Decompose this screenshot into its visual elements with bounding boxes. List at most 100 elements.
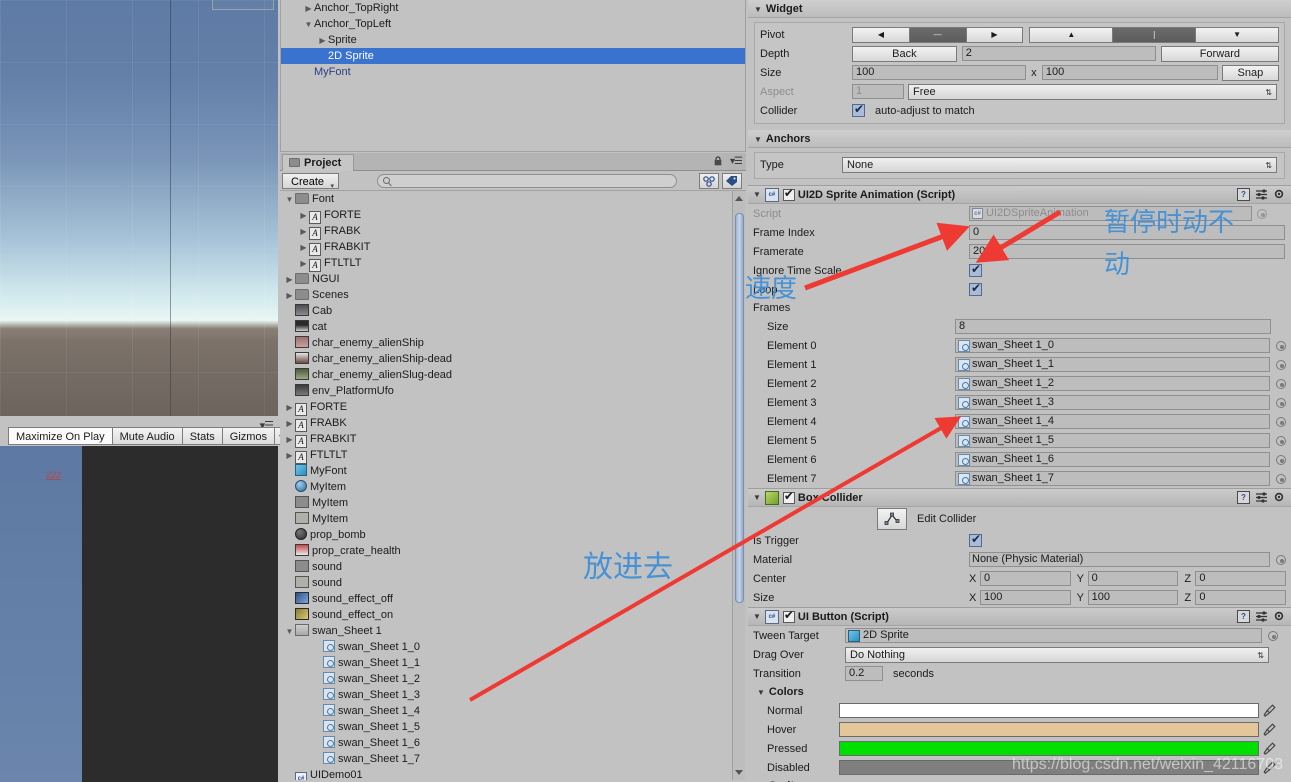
tab-project[interactable]: Project [282, 154, 355, 171]
project-item[interactable]: ▶ NGUI [280, 271, 746, 287]
transition-field[interactable]: 0.2 [845, 666, 883, 681]
frames-element-object-field[interactable]: swan_Sheet 1_0 [955, 338, 1270, 353]
filter-by-label-icon[interactable] [722, 172, 742, 189]
is-trigger-checkbox[interactable] [969, 532, 982, 547]
project-item[interactable]: ▶ A FRABKIT [280, 239, 746, 256]
project-item[interactable]: char_enemy_alienSlug-dead [280, 367, 746, 383]
frames-element-object-field[interactable]: swan_Sheet 1_5 [955, 433, 1270, 448]
project-asset-list[interactable]: ▼ Font ▶ A FORTE ▶ A FRABK ▶ A FRABKIT ▶ A FTLTLT ▶ NGU… [280, 191, 746, 780]
project-item[interactable]: Cab [280, 303, 746, 319]
frames-element-object-field[interactable]: swan_Sheet 1_2 [955, 376, 1270, 391]
project-item[interactable]: prop_crate_health [280, 543, 746, 559]
project-panel[interactable]: Project ▾☰ Create ▾ ▼ Font ▶ A FORTE ▶ A… [280, 153, 746, 782]
game-view[interactable] [0, 446, 278, 782]
pivot-middle-button[interactable]: ❘ [1113, 26, 1197, 43]
help-icon[interactable]: ? [1237, 491, 1250, 504]
box-collider-component-header[interactable]: ▼ Box Collider ? [748, 488, 1291, 507]
lock-icon[interactable] [714, 156, 722, 166]
project-item[interactable]: prop_bomb [280, 527, 746, 543]
project-item[interactable]: env_PlatformUfo [280, 383, 746, 399]
color-swatch-disabled[interactable] [839, 760, 1259, 775]
sprites-foldout-header[interactable]: ▼Sprites [748, 777, 1291, 782]
preset-icon[interactable] [1255, 610, 1268, 623]
mute-audio-button[interactable]: Mute Audio [112, 427, 183, 445]
scene-view[interactable] [0, 0, 278, 416]
project-item[interactable]: swan_Sheet 1_7 [280, 751, 746, 767]
disclosure-triangle-icon[interactable]: ▶ [284, 288, 295, 304]
disclosure-triangle-icon[interactable]: ▶ [303, 1, 314, 17]
hierarchy-item-myfont[interactable]: MyFont [281, 64, 745, 80]
preset-icon[interactable] [1255, 491, 1268, 504]
project-menu-icon[interactable]: ▾☰ [730, 156, 743, 167]
component-enabled-checkbox[interactable] [782, 186, 795, 201]
anchors-foldout-header[interactable]: ▼ Anchors [748, 130, 1291, 148]
project-item[interactable]: ▶ A FORTE [280, 207, 746, 224]
project-search-field[interactable] [377, 173, 678, 190]
project-item[interactable]: MyItem [280, 495, 746, 511]
anchor-type-dropdown[interactable]: None ⇅ [842, 156, 1277, 173]
project-item[interactable]: MyItem [280, 511, 746, 527]
ignore-time-scale-checkbox[interactable] [969, 262, 982, 277]
eyedropper-icon[interactable] [1263, 741, 1276, 756]
maximize-on-play-button[interactable]: Maximize On Play [8, 427, 113, 445]
framerate-field[interactable]: 20 [969, 244, 1285, 259]
hierarchy-item-anchor-topleft[interactable]: ▼ Anchor_TopLeft [281, 16, 745, 32]
snap-button[interactable]: Snap [1221, 64, 1280, 81]
tween-target-picker-icon[interactable] [1268, 630, 1278, 641]
project-item[interactable]: ▶ A FORTE [280, 399, 746, 416]
depth-value-field[interactable]: 2 [961, 46, 1156, 61]
disclosure-triangle-icon[interactable]: ▶ [284, 400, 295, 416]
depth-forward-button[interactable]: Forward [1160, 45, 1279, 62]
disclosure-triangle-icon[interactable]: ▶ [284, 416, 295, 432]
project-item[interactable]: ▶ A FRABK [280, 223, 746, 240]
frames-element-object-field[interactable]: swan_Sheet 1_3 [955, 395, 1270, 410]
search-input[interactable] [396, 175, 667, 190]
color-swatch-pressed[interactable] [839, 741, 1259, 756]
project-item[interactable]: ▼ swan_Sheet 1 [280, 623, 746, 639]
project-item[interactable]: c# UIDemo01 [280, 767, 746, 780]
stats-button[interactable]: Stats [182, 427, 223, 445]
project-item[interactable]: ▶ A FTLTLT [280, 255, 746, 272]
disclosure-triangle-icon[interactable]: ▶ [298, 224, 309, 240]
frames-element-object-field[interactable]: swan_Sheet 1_7 [955, 471, 1270, 486]
tween-target-object-field[interactable]: 2D Sprite [845, 628, 1262, 643]
gear-icon[interactable] [1273, 610, 1286, 623]
project-item[interactable]: sound [280, 575, 746, 591]
frames-element-picker-icon[interactable] [1276, 378, 1286, 389]
project-item[interactable]: ▶ A FRABK [280, 415, 746, 432]
project-item[interactable]: swan_Sheet 1_5 [280, 719, 746, 735]
center-x-field[interactable]: 0 [980, 571, 1071, 586]
pivot-bottom-button[interactable]: ▼ [1196, 26, 1280, 43]
frames-element-picker-icon[interactable] [1276, 435, 1286, 446]
pivot-top-button[interactable]: ▲ [1029, 26, 1114, 43]
pivot-vertical-segmented[interactable]: ▲ ❘ ▼ [1029, 26, 1280, 43]
drag-over-dropdown[interactable]: Do Nothing ⇅ [845, 646, 1269, 663]
colors-foldout-header[interactable]: ▼ Colors [748, 683, 1291, 701]
size-width-field[interactable]: 100 [852, 65, 1026, 80]
frames-element-object-field[interactable]: swan_Sheet 1_6 [955, 452, 1270, 467]
gear-icon[interactable] [1273, 188, 1286, 201]
disclosure-triangle-icon[interactable]: ▶ [284, 432, 295, 448]
project-item[interactable]: ▶ A FRABKIT [280, 431, 746, 448]
scrollbar-thumb[interactable] [735, 213, 744, 603]
gear-icon[interactable] [1273, 491, 1286, 504]
project-item[interactable]: sound_effect_on [280, 607, 746, 623]
frames-element-object-field[interactable]: swan_Sheet 1_1 [955, 357, 1270, 372]
widget-foldout-header[interactable]: ▼ Widget [748, 0, 1291, 18]
pivot-right-button[interactable]: ▶ [966, 26, 1024, 43]
project-item[interactable]: swan_Sheet 1_0 [280, 639, 746, 655]
frames-element-picker-icon[interactable] [1276, 397, 1286, 408]
collider-size-x-field[interactable]: 100 [980, 590, 1071, 605]
scroll-down-icon[interactable] [735, 770, 743, 775]
disclosure-triangle-icon[interactable]: ▶ [298, 208, 309, 224]
frames-element-picker-icon[interactable] [1276, 473, 1286, 484]
hierarchy-panel[interactable]: ▶ Anchor_TopRight ▼ Anchor_TopLeft ▶ Sprite 2D… [280, 0, 746, 152]
disclosure-triangle-icon[interactable]: ▶ [298, 256, 309, 272]
project-item[interactable]: swan_Sheet 1_3 [280, 687, 746, 703]
project-item[interactable]: swan_Sheet 1_1 [280, 655, 746, 671]
project-item[interactable]: MyItem [280, 479, 746, 495]
project-item[interactable]: char_enemy_alienShip-dead [280, 351, 746, 367]
color-swatch-hover[interactable] [839, 722, 1259, 737]
disclosure-triangle-icon[interactable]: ▶ [317, 33, 328, 49]
project-item[interactable]: ▼ Font [280, 191, 746, 207]
